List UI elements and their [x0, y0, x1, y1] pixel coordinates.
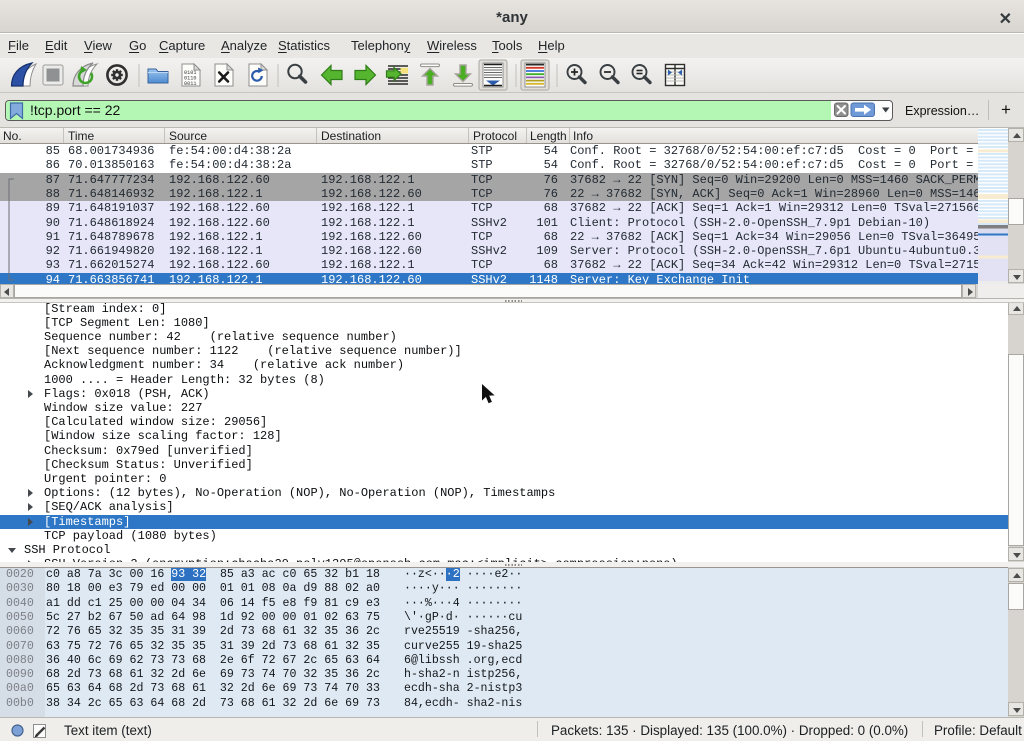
svg-text:0011: 0011 [184, 81, 196, 87]
